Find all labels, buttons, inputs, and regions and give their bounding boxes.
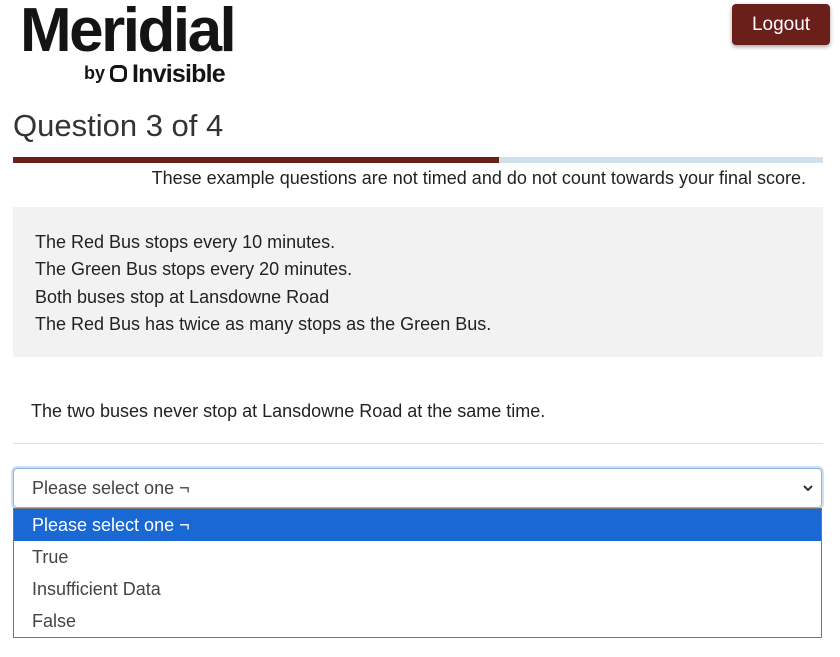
premise-line: The Red Bus has twice as many stops as t… bbox=[35, 313, 492, 334]
meridial-logo: Meridial by Invisible bbox=[20, 0, 260, 92]
question-statement: The two buses never stop at Lansdowne Ro… bbox=[31, 401, 546, 421]
option-false[interactable]: False bbox=[14, 605, 821, 637]
chevron-down-icon bbox=[803, 485, 813, 492]
question-title: Question 3 of 4 bbox=[13, 108, 224, 143]
option-insufficient-data[interactable]: Insufficient Data bbox=[14, 573, 821, 605]
logo-company: Invisible bbox=[132, 60, 226, 88]
premises-panel: The Red Bus stops every 10 minutes. The … bbox=[13, 207, 823, 357]
logout-button[interactable]: Logout bbox=[732, 4, 830, 45]
logo-wordmark: Meridial bbox=[20, 0, 237, 65]
option-please-select[interactable]: Please select one ¬ bbox=[14, 509, 821, 541]
practice-notice: These example questions are not timed an… bbox=[151, 168, 806, 188]
premise-line: The Green Bus stops every 20 minutes. bbox=[35, 259, 353, 280]
premise-line: The Red Bus stops every 10 minutes. bbox=[35, 232, 336, 252]
option-true[interactable]: True bbox=[14, 541, 821, 573]
answer-select-value: Please select one ¬ bbox=[32, 477, 190, 498]
logo-by-text: by bbox=[84, 63, 106, 83]
progress-fill bbox=[13, 157, 499, 163]
answer-dropdown-list: Please select one ¬ True Insufficient Da… bbox=[13, 508, 822, 638]
divider bbox=[13, 443, 823, 444]
premise-line: Both buses stop at Lansdowne Road bbox=[35, 286, 330, 307]
question-progress-bar bbox=[13, 157, 823, 163]
invisible-logo-icon bbox=[110, 65, 127, 82]
answer-select[interactable]: Please select one ¬ bbox=[13, 468, 822, 508]
